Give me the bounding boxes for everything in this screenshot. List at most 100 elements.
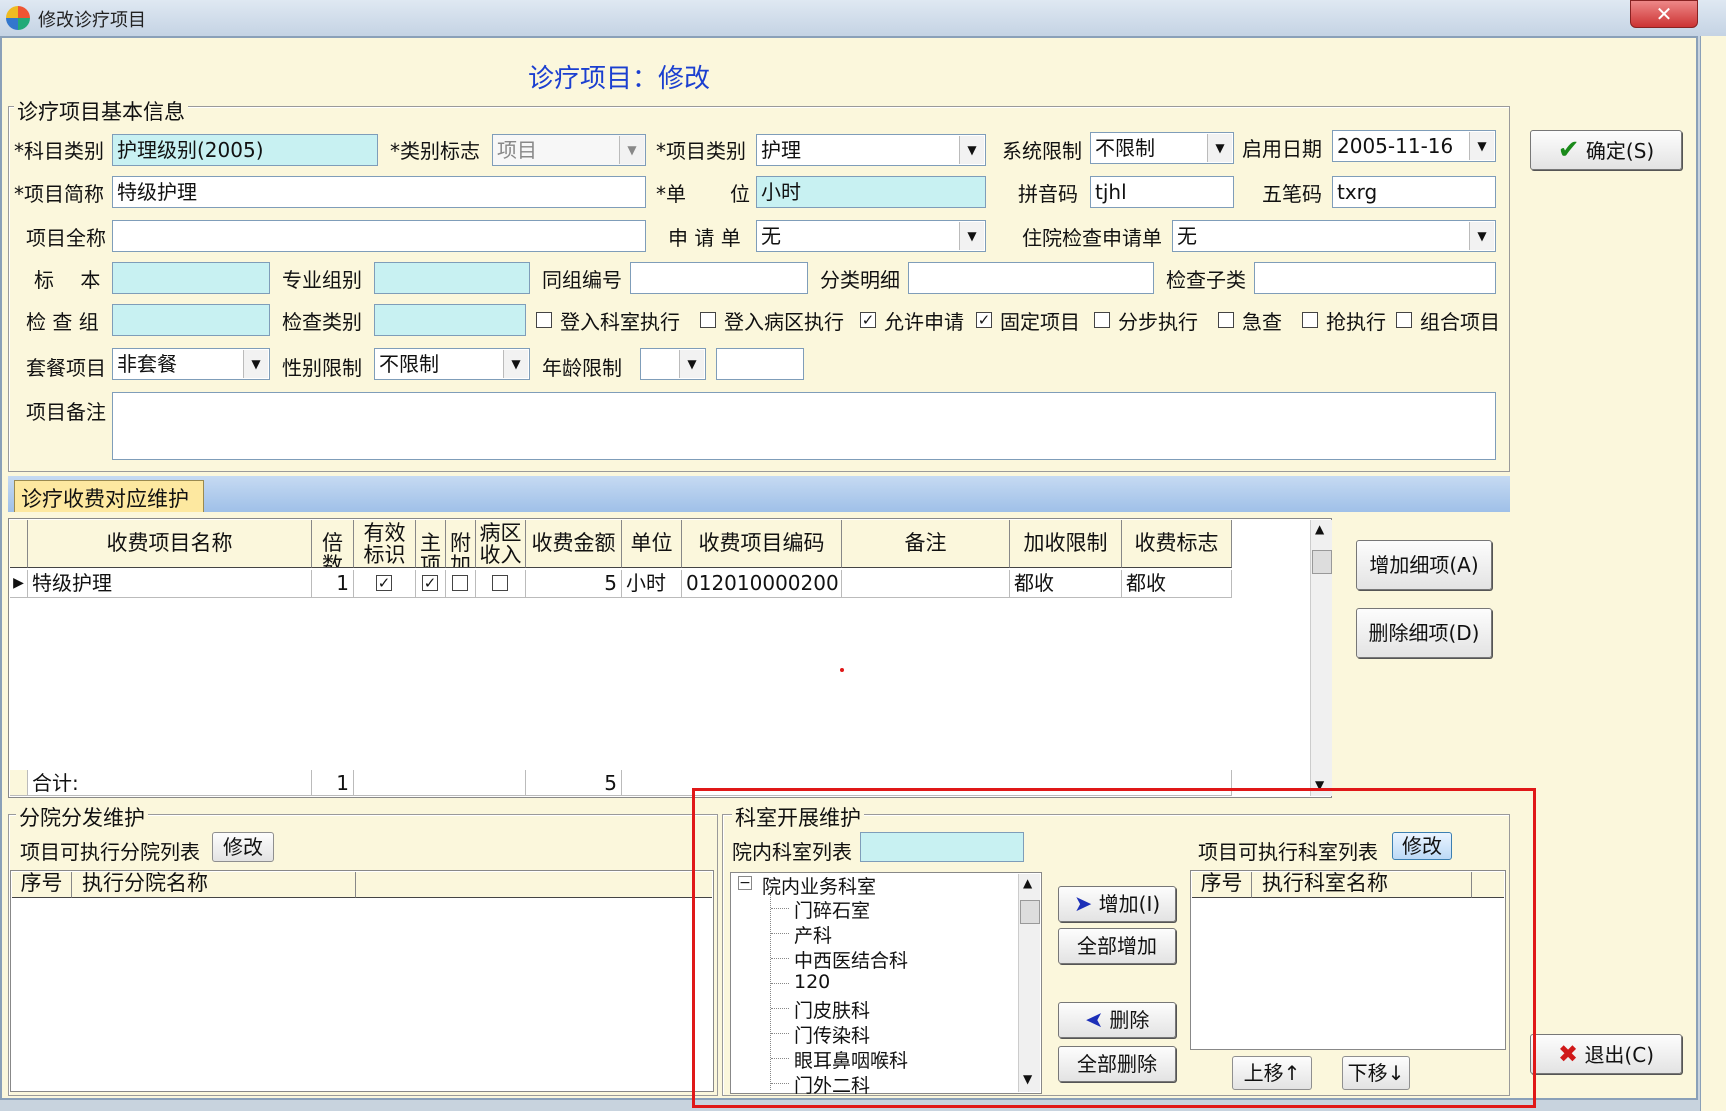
dept-modify-button[interactable]: 修改 (1392, 832, 1452, 860)
chevron-down-icon[interactable]: ▼ (959, 136, 984, 164)
pinyin-label: 拼音码 (1018, 182, 1078, 206)
apply-form-label: 申 请 单 (668, 226, 741, 250)
checkbox[interactable] (492, 575, 508, 591)
chevron-down-icon[interactable]: ▼ (503, 350, 528, 378)
wubi-input[interactable]: txrg (1332, 176, 1496, 208)
tree-root[interactable]: 院内业务科室 (762, 872, 876, 899)
age-unit-select[interactable]: ▼ (640, 348, 706, 380)
move-up-button[interactable]: 上移↑ (1232, 1056, 1312, 1090)
checkbox[interactable]: ✓ (376, 575, 392, 591)
inner-dept-search-input[interactable] (860, 832, 1024, 862)
branch-modify-button[interactable]: 修改 (212, 832, 274, 862)
tab-fee-mapping[interactable]: 诊疗收费对应维护 (14, 480, 204, 512)
close-icon: ✖ (1557, 1040, 1579, 1068)
delete-detail-button[interactable]: 删除细项(D) (1356, 608, 1492, 658)
fee-grid-scrollbar[interactable]: ▲ ▼ (1310, 520, 1332, 796)
package-select[interactable]: 非套餐 ▼ (112, 348, 270, 380)
ok-button[interactable]: ✔ 确定(S) (1530, 130, 1682, 170)
checkbox-7[interactable] (1302, 312, 1318, 328)
delete-dept-button[interactable]: ➤ 删除 (1058, 1002, 1176, 1038)
fee-col-2: 有效标识 (354, 520, 416, 568)
pinyin-input[interactable]: tjhl (1090, 176, 1234, 208)
tree-item-2[interactable]: 产科 (794, 921, 832, 948)
chevron-down-icon[interactable]: ▼ (1207, 134, 1232, 162)
sys-limit-select[interactable]: 不限制 ▼ (1090, 132, 1234, 164)
tree-item-7[interactable]: 眼耳鼻咽喉科 (794, 1046, 908, 1073)
add-dept-button[interactable]: ➤ 增加(I) (1058, 886, 1176, 922)
scroll-down-icon[interactable]: ▼ (1315, 778, 1324, 792)
group-no-input[interactable] (630, 262, 808, 294)
start-date-select[interactable]: 2005-11-16 ▼ (1332, 130, 1496, 162)
tree-scrollbar[interactable]: ▲ ▼ (1018, 874, 1040, 1092)
scroll-up-icon[interactable]: ▲ (1023, 876, 1032, 890)
tree-connector (771, 1008, 789, 1009)
add-all-dept-button[interactable]: 全部增加 (1058, 928, 1176, 964)
branch-col-no: 序号 (12, 872, 72, 898)
check-group-input[interactable] (112, 304, 270, 336)
scroll-up-icon[interactable]: ▲ (1315, 522, 1324, 536)
checkbox-6[interactable] (1218, 312, 1234, 328)
short-name-input[interactable]: 特级护理 (112, 176, 646, 208)
checkbox-label-1: 登入科室执行 (560, 310, 680, 334)
category-flag-select[interactable]: 项目 ▼ (492, 134, 646, 166)
total-label: 合计: (28, 770, 312, 796)
tree-item-1[interactable]: 门碎石室 (794, 896, 870, 923)
remark-textarea[interactable] (112, 392, 1496, 460)
apply-form-select[interactable]: 无 ▼ (756, 220, 986, 252)
exec-col-rest (1472, 872, 1504, 898)
sys-limit-label: 系统限制 (1002, 139, 1082, 163)
full-name-input[interactable] (112, 220, 646, 252)
checkbox-5[interactable] (1094, 312, 1110, 328)
total-amount: 5 (526, 770, 622, 796)
add-detail-button[interactable]: 增加细项(A) (1356, 540, 1492, 590)
chevron-down-icon[interactable]: ▼ (619, 136, 644, 164)
check-sub-input[interactable] (1254, 262, 1496, 294)
gender-select[interactable]: 不限制 ▼ (374, 348, 530, 380)
checkbox-8[interactable] (1396, 312, 1412, 328)
branch-list-label: 项目可执行分院列表 (20, 840, 200, 864)
fee-cell-2: ✓ (354, 570, 416, 598)
item-type-select[interactable]: 护理 ▼ (756, 134, 986, 166)
checkbox[interactable]: ✓ (422, 575, 438, 591)
tree-expand-icon[interactable]: − (738, 876, 752, 890)
move-down-button[interactable]: 下移↓ (1342, 1056, 1410, 1090)
checkbox-4[interactable]: ✓ (976, 312, 992, 328)
delete-all-dept-button[interactable]: 全部删除 (1058, 1046, 1176, 1082)
page-title: 诊疗项目：修改 (528, 64, 711, 94)
tree-item-5[interactable]: 门皮肤科 (794, 996, 870, 1023)
fee-col-indicator (10, 520, 28, 568)
exit-button[interactable]: ✖ 退出(C) (1530, 1034, 1682, 1074)
chevron-down-icon[interactable]: ▼ (679, 350, 704, 378)
scroll-thumb[interactable] (1312, 550, 1332, 574)
check-type-input[interactable] (374, 304, 526, 336)
subject-field[interactable]: 护理级别(2005) (112, 134, 378, 166)
chevron-down-icon[interactable]: ▼ (243, 350, 268, 378)
exit-button-label: 退出(C) (1584, 1043, 1655, 1067)
tree-item-4[interactable]: 120 (794, 971, 830, 993)
total-multiple: 1 (312, 770, 354, 796)
scroll-down-icon[interactable]: ▼ (1023, 1072, 1032, 1086)
checkbox-1[interactable] (536, 312, 552, 328)
age-input[interactable] (716, 348, 804, 380)
inpatient-apply-select[interactable]: 无 ▼ (1172, 220, 1496, 252)
specimen-input[interactable] (112, 262, 270, 294)
chevron-down-icon[interactable]: ▼ (1469, 132, 1494, 160)
tree-item-6[interactable]: 门传染科 (794, 1021, 870, 1048)
tree-item-8[interactable]: 门外二科 (794, 1071, 870, 1098)
checkbox-2[interactable] (700, 312, 716, 328)
fee-cell-10: 都收 (1010, 570, 1122, 598)
tree-connector (771, 933, 789, 934)
specialty-input[interactable] (374, 262, 530, 294)
close-button[interactable]: ✕ (1630, 0, 1698, 28)
chevron-down-icon[interactable]: ▼ (1469, 222, 1494, 250)
scroll-thumb[interactable] (1020, 900, 1040, 924)
chevron-down-icon[interactable]: ▼ (959, 222, 984, 250)
checkbox-3[interactable]: ✓ (860, 312, 876, 328)
checkbox[interactable] (452, 575, 468, 591)
package-value: 非套餐 (117, 352, 177, 376)
unit-input[interactable]: 小时 (756, 176, 986, 208)
class-detail-input[interactable] (908, 262, 1154, 294)
gender-label: 性别限制 (282, 356, 362, 380)
dept-group-title: 科室开展维护 (732, 802, 864, 832)
tree-item-3[interactable]: 中西医结合科 (794, 946, 908, 973)
